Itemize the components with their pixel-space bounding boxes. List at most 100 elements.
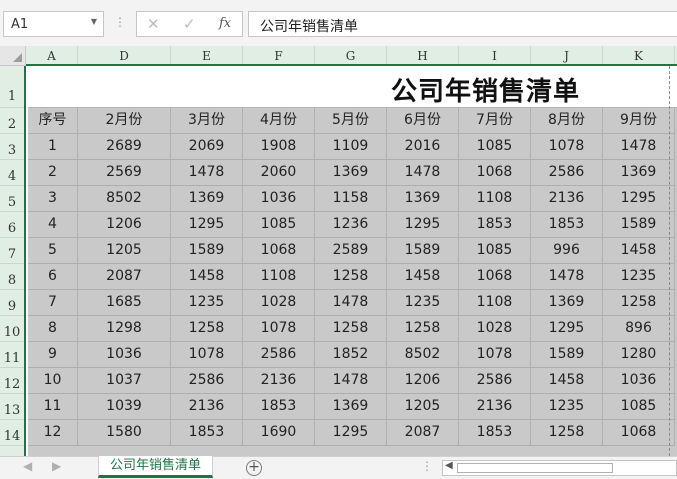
- data-cell[interactable]: 1085: [243, 212, 315, 238]
- row-header-2[interactable]: 2: [0, 108, 24, 134]
- data-cell[interactable]: 2069: [171, 134, 243, 160]
- data-cell[interactable]: 1853: [459, 420, 531, 446]
- data-cell[interactable]: 1205: [78, 238, 171, 264]
- data-cell[interactable]: 1235: [387, 290, 459, 316]
- data-cell[interactable]: 2689: [78, 134, 171, 160]
- data-cell[interactable]: 6: [28, 264, 78, 290]
- data-cell[interactable]: 1235: [531, 394, 603, 420]
- data-cell[interactable]: 1280: [603, 342, 675, 368]
- data-cell[interactable]: 1458: [171, 264, 243, 290]
- data-cell[interactable]: 1258: [315, 264, 387, 290]
- data-cell[interactable]: 12: [28, 420, 78, 446]
- data-cell[interactable]: 1036: [78, 342, 171, 368]
- data-cell[interactable]: 1258: [171, 316, 243, 342]
- row-header-3[interactable]: 3: [0, 134, 24, 160]
- data-cell[interactable]: 2087: [78, 264, 171, 290]
- cancel-icon[interactable]: ✕: [147, 15, 160, 33]
- drag-handle-icon[interactable]: ⋮: [114, 15, 126, 29]
- data-cell[interactable]: 1908: [243, 134, 315, 160]
- data-cell[interactable]: 1085: [459, 134, 531, 160]
- data-cell[interactable]: 1478: [315, 368, 387, 394]
- data-cell[interactable]: 1085: [459, 238, 531, 264]
- data-cell[interactable]: 1235: [603, 264, 675, 290]
- data-cell[interactable]: 1036: [243, 186, 315, 212]
- data-cell[interactable]: 2586: [531, 160, 603, 186]
- tab-splitter-icon[interactable]: ⋮: [421, 459, 433, 473]
- data-cell[interactable]: 1039: [78, 394, 171, 420]
- chevron-down-icon[interactable]: ▼: [91, 17, 97, 26]
- column-header-j[interactable]: J: [531, 46, 603, 64]
- data-cell[interactable]: 1580: [78, 420, 171, 446]
- data-cell[interactable]: 2136: [531, 186, 603, 212]
- column-title-cell[interactable]: 序号: [28, 108, 78, 134]
- data-cell[interactable]: 1369: [603, 160, 675, 186]
- data-cell[interactable]: 1478: [531, 264, 603, 290]
- data-cell[interactable]: 1369: [315, 160, 387, 186]
- data-cell[interactable]: 1078: [243, 316, 315, 342]
- scrollbar-thumb[interactable]: [457, 463, 613, 473]
- previous-sheet-icon[interactable]: ◀: [23, 459, 32, 473]
- data-cell[interactable]: 2569: [78, 160, 171, 186]
- column-title-cell[interactable]: 9月份: [603, 108, 675, 134]
- column-header-e[interactable]: E: [171, 46, 243, 64]
- data-cell[interactable]: 1258: [603, 290, 675, 316]
- data-cell[interactable]: 896: [603, 316, 675, 342]
- data-cell[interactable]: 10: [28, 368, 78, 394]
- scroll-left-icon[interactable]: ◀: [445, 460, 453, 471]
- column-header-g[interactable]: G: [315, 46, 387, 64]
- column-title-cell[interactable]: 8月份: [531, 108, 603, 134]
- row-header-10[interactable]: 10: [0, 316, 24, 342]
- data-cell[interactable]: 2087: [387, 420, 459, 446]
- data-cell[interactable]: 1158: [315, 186, 387, 212]
- next-sheet-icon[interactable]: ▶: [52, 459, 61, 473]
- column-header-a[interactable]: A: [26, 46, 78, 64]
- row-header-14[interactable]: 14: [0, 420, 24, 446]
- column-title-cell[interactable]: 5月份: [315, 108, 387, 134]
- data-cell[interactable]: 1690: [243, 420, 315, 446]
- data-cell[interactable]: 2136: [243, 368, 315, 394]
- data-cell[interactable]: 7: [28, 290, 78, 316]
- data-cell[interactable]: 1108: [243, 264, 315, 290]
- data-cell[interactable]: 1369: [387, 186, 459, 212]
- row-header-9[interactable]: 9: [0, 290, 24, 316]
- column-header-h[interactable]: H: [387, 46, 459, 64]
- data-cell[interactable]: 1258: [531, 420, 603, 446]
- row-header-1[interactable]: 1: [0, 66, 24, 108]
- data-cell[interactable]: 1369: [171, 186, 243, 212]
- data-cell[interactable]: 1589: [531, 342, 603, 368]
- data-cell[interactable]: 1028: [243, 290, 315, 316]
- data-cell[interactable]: 1028: [459, 316, 531, 342]
- data-cell[interactable]: 2589: [315, 238, 387, 264]
- data-cell[interactable]: 1085: [603, 394, 675, 420]
- data-cell[interactable]: 1108: [459, 290, 531, 316]
- row-header-11[interactable]: 11: [0, 342, 24, 368]
- data-cell[interactable]: 1236: [315, 212, 387, 238]
- data-cell[interactable]: 1: [28, 134, 78, 160]
- data-cell[interactable]: 1685: [78, 290, 171, 316]
- data-cell[interactable]: 1298: [78, 316, 171, 342]
- add-sheet-icon[interactable]: +: [246, 460, 262, 476]
- column-header-i[interactable]: I: [459, 46, 531, 64]
- data-cell[interactable]: 1478: [315, 290, 387, 316]
- data-cell[interactable]: 1037: [78, 368, 171, 394]
- data-cell[interactable]: 2136: [459, 394, 531, 420]
- data-cell[interactable]: 1295: [171, 212, 243, 238]
- data-cell[interactable]: 3: [28, 186, 78, 212]
- data-cell[interactable]: 2586: [171, 368, 243, 394]
- data-cell[interactable]: 1589: [171, 238, 243, 264]
- insert-function-icon[interactable]: fx: [219, 16, 231, 31]
- row-header-12[interactable]: 12: [0, 368, 24, 394]
- data-cell[interactable]: 1853: [459, 212, 531, 238]
- column-title-cell[interactable]: 7月份: [459, 108, 531, 134]
- data-cell[interactable]: 1078: [171, 342, 243, 368]
- formula-input[interactable]: 公司年销售清单: [248, 11, 677, 37]
- data-cell[interactable]: 2136: [171, 394, 243, 420]
- data-cell[interactable]: 1078: [459, 342, 531, 368]
- row-header-7[interactable]: 7: [0, 238, 24, 264]
- data-cell[interactable]: 1206: [78, 212, 171, 238]
- column-header-d[interactable]: D: [78, 46, 171, 64]
- data-cell[interactable]: 8502: [78, 186, 171, 212]
- data-cell[interactable]: 2586: [243, 342, 315, 368]
- title-cell[interactable]: 公司年销售清单: [28, 66, 677, 108]
- data-cell[interactable]: 1589: [387, 238, 459, 264]
